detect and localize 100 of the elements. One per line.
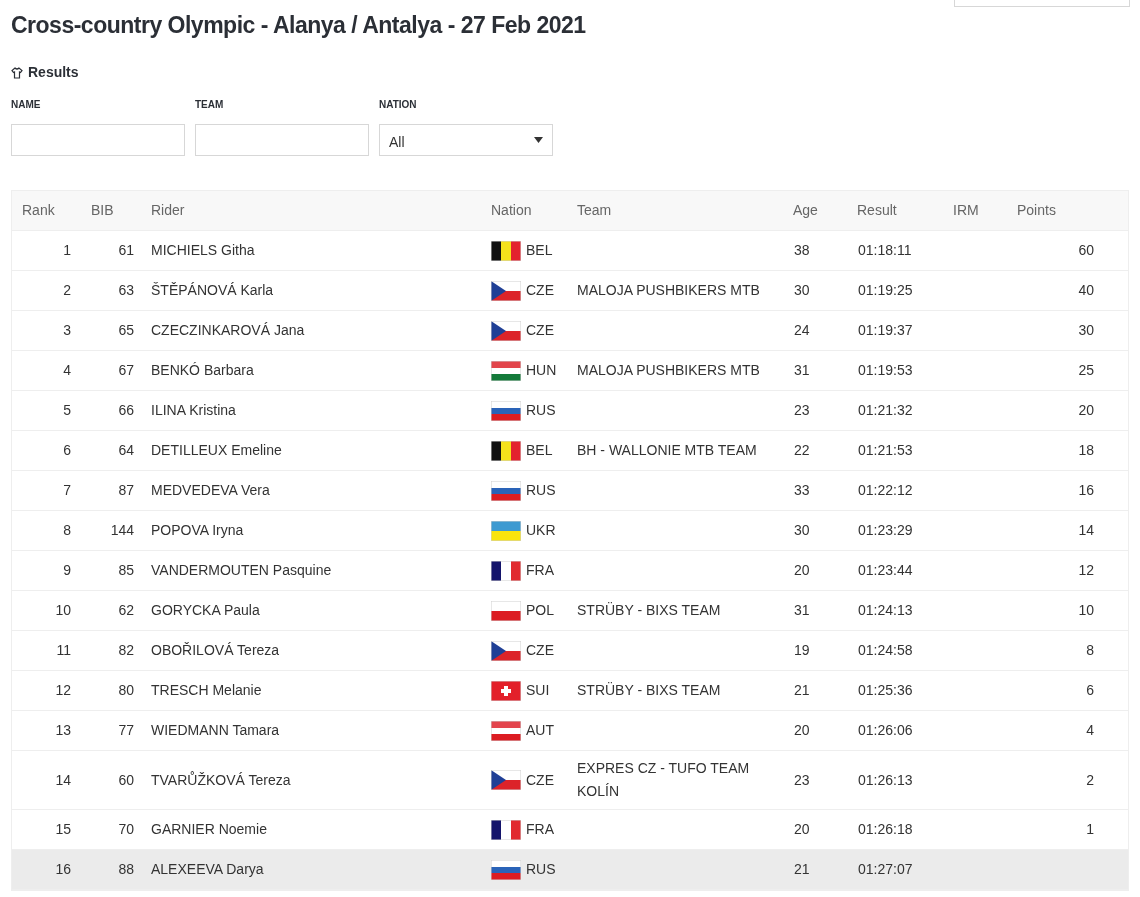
rider-name[interactable]: ALEXEEVA Darya — [151, 861, 264, 877]
nation-cell-text: AUT — [526, 721, 554, 740]
bib-cell: 85 — [118, 562, 134, 578]
points-cell: 8 — [1086, 642, 1094, 658]
bib-cell: 80 — [118, 682, 134, 698]
result-cell: 01:27:07 — [858, 861, 913, 877]
bib-cell: 63 — [118, 282, 134, 298]
team-cell: MALOJA PUSHBIKERS MTB — [577, 282, 760, 298]
section-title: Results — [28, 63, 79, 82]
rider-name[interactable]: GARNIER Noemie — [151, 821, 267, 837]
filter-label: TEAM — [195, 98, 225, 111]
age-cell: 20 — [794, 562, 810, 578]
age-cell: 19 — [794, 642, 810, 658]
points-cell: 30 — [1078, 322, 1094, 338]
bib-cell: 66 — [118, 402, 134, 418]
column-header[interactable]: Rider — [151, 202, 185, 218]
nation-cell-text: RUS — [526, 401, 556, 420]
bib-cell: 61 — [118, 242, 134, 258]
column-header[interactable]: Result — [857, 202, 897, 218]
rank-cell: 11 — [56, 642, 71, 658]
age-cell: 33 — [794, 482, 810, 498]
rider-name[interactable]: ILINA Kristina — [151, 402, 236, 418]
rider-name[interactable]: MEDVEDEVA Vera — [151, 482, 270, 498]
rider-name[interactable]: TRESCH Melanie — [151, 682, 262, 698]
column-header[interactable]: IRM — [953, 202, 979, 218]
rider-name[interactable]: ŠTĚPÁNOVÁ Karla — [151, 282, 274, 298]
flag-icon — [491, 280, 521, 301]
rider-name[interactable]: CZECZINKAROVÁ Jana — [151, 322, 305, 338]
rider-name[interactable]: GORYCKA Paula — [151, 602, 260, 618]
flag-icon — [491, 640, 521, 661]
column-header[interactable]: Points — [1017, 202, 1056, 218]
team-cell: STRÜBY - BIXS TEAM — [577, 602, 721, 618]
nation-cell-text: CZE — [526, 770, 554, 790]
nation-cell-text: POL — [526, 601, 554, 620]
rider-name[interactable]: OBOŘILOVÁ Tereza — [151, 642, 280, 658]
team-cell: BH - WALLONIE MTB TEAM — [577, 442, 757, 458]
rank-cell: 13 — [55, 722, 71, 738]
rider-name[interactable]: TVARŮŽKOVÁ Tereza — [151, 771, 291, 788]
team-cell: STRÜBY - BIXS TEAM — [577, 682, 721, 698]
nation-cell-text: FRA — [526, 561, 554, 580]
nation-cell-text: RUS — [526, 860, 556, 879]
rank-cell: 12 — [55, 682, 71, 698]
rider-name[interactable]: MICHIELS Githa — [151, 242, 255, 258]
rider-name[interactable]: DETILLEUX Emeline — [151, 442, 282, 458]
column-header[interactable]: Nation — [491, 202, 532, 218]
flag-icon — [491, 440, 521, 461]
result-cell: 01:23:44 — [858, 562, 913, 578]
age-cell: 23 — [794, 402, 810, 418]
nation-cell-text: CZE — [526, 641, 554, 660]
result-cell: 01:19:25 — [858, 282, 913, 298]
bib-cell: 70 — [118, 821, 134, 837]
bib-cell: 87 — [118, 482, 134, 498]
flag-icon — [491, 859, 521, 880]
caret-icon — [534, 137, 543, 143]
rank-cell: 5 — [63, 402, 71, 418]
points-cell: 14 — [1078, 522, 1094, 538]
rank-cell: 14 — [55, 771, 71, 788]
age-cell: 31 — [794, 602, 810, 618]
flag-icon — [491, 560, 521, 581]
nation-select[interactable]: All — [379, 124, 553, 156]
age-cell: 38 — [794, 242, 810, 258]
age-cell: 31 — [794, 362, 810, 378]
text-field[interactable] — [11, 124, 185, 156]
age-cell: 24 — [794, 322, 810, 338]
points-cell: 2 — [1086, 771, 1094, 788]
rider-name[interactable]: BENKÓ Barbara — [151, 362, 254, 378]
rider-name[interactable]: VANDERMOUTEN Pasquine — [151, 562, 332, 578]
result-cell: 01:26:18 — [858, 821, 913, 837]
age-cell: 23 — [794, 771, 810, 788]
nation-cell-text: CZE — [526, 281, 554, 300]
rank-cell: 15 — [55, 821, 71, 837]
points-cell: 1 — [1086, 821, 1094, 837]
rider-name[interactable]: WIEDMANN Tamara — [151, 722, 280, 738]
points-cell: 20 — [1078, 402, 1094, 418]
flag-icon — [491, 240, 521, 261]
page-title: Cross-country Olympic - Alanya / Antalya - 27 Feb 2021 — [11, 11, 587, 40]
flag-icon — [491, 400, 521, 421]
result-cell: 01:19:53 — [858, 362, 913, 378]
team-cell: EXPRES CZ - TUFO TEAM KOLÍN — [577, 760, 750, 799]
points-cell: 4 — [1086, 722, 1094, 738]
nation-cell-text: FRA — [526, 820, 554, 839]
bib-cell: 67 — [118, 362, 134, 378]
rank-cell: 4 — [63, 362, 71, 378]
rider-name[interactable]: POPOVA Iryna — [151, 522, 244, 538]
result-cell: 01:22:12 — [858, 482, 913, 498]
text-field[interactable] — [195, 124, 369, 156]
flag-icon — [491, 480, 521, 501]
column-header[interactable]: BIB — [91, 202, 114, 218]
points-cell: 60 — [1078, 242, 1094, 258]
result-cell: 01:26:06 — [858, 722, 913, 738]
rank-cell: 2 — [63, 282, 71, 298]
column-header[interactable]: Team — [577, 202, 612, 218]
column-header[interactable]: Rank — [22, 202, 55, 218]
points-cell: 6 — [1086, 682, 1094, 698]
flag-icon — [491, 819, 521, 840]
flag-icon — [491, 720, 521, 741]
rank-cell: 3 — [63, 322, 71, 338]
column-header[interactable]: Age — [793, 202, 818, 218]
result-cell: 01:24:58 — [858, 642, 913, 658]
bib-cell: 60 — [118, 771, 134, 788]
